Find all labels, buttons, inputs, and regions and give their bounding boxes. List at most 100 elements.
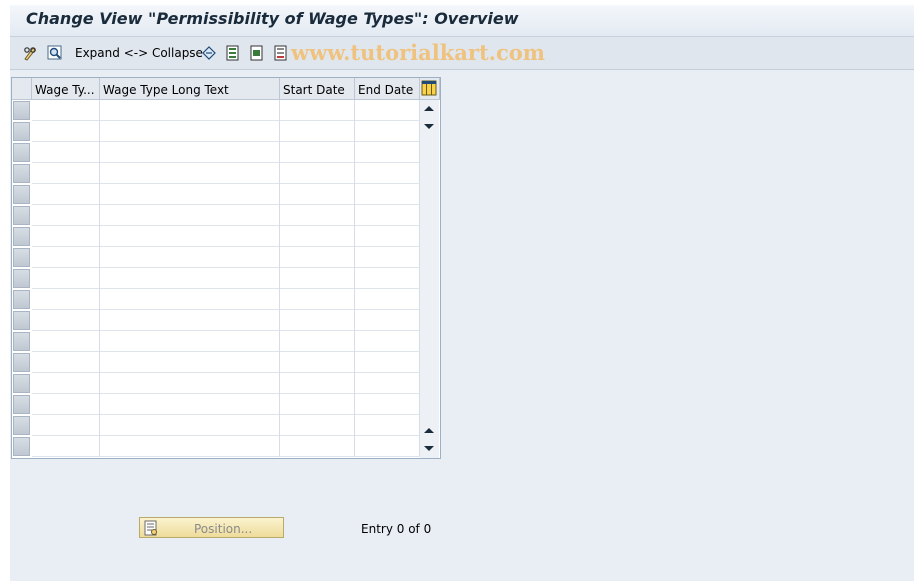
row-selector[interactable] [13,374,30,393]
table-row[interactable] [32,163,420,184]
table-cell[interactable] [280,331,355,352]
table-cell[interactable] [355,226,420,247]
row-selector[interactable] [13,143,30,162]
table-cell[interactable] [100,268,280,289]
table-cell[interactable] [280,121,355,142]
table-cell[interactable] [355,268,420,289]
table-cell[interactable] [355,436,420,457]
table-cell[interactable] [280,394,355,415]
table-cell[interactable] [100,121,280,142]
row-selector[interactable] [13,290,30,309]
table-cell[interactable] [355,415,420,436]
table-cell[interactable] [100,289,280,310]
table-cell[interactable] [355,184,420,205]
table-cell[interactable] [355,121,420,142]
row-selector[interactable] [13,311,30,330]
table-cell[interactable] [100,352,280,373]
table-cell[interactable] [32,121,100,142]
table-cell[interactable] [355,205,420,226]
scroll-down-arrow-icon[interactable] [424,124,434,129]
table-cell[interactable] [100,205,280,226]
row-selector[interactable] [13,416,30,435]
row-selector[interactable] [13,395,30,414]
table-cell[interactable] [32,310,100,331]
deselect-all-icon[interactable] [272,44,290,62]
table-cell[interactable] [280,226,355,247]
scroll-page-down-arrow-icon[interactable] [424,446,434,451]
row-selector[interactable] [13,332,30,351]
select-block-icon[interactable] [248,44,266,62]
table-cell[interactable] [280,415,355,436]
table-cell[interactable] [280,247,355,268]
row-selector[interactable] [13,227,30,246]
table-cell[interactable] [355,394,420,415]
table-row[interactable] [32,310,420,331]
table-cell[interactable] [280,289,355,310]
table-cell[interactable] [100,142,280,163]
table-cell[interactable] [100,373,280,394]
column-header-wage-type[interactable]: Wage Ty... [32,78,100,100]
table-cell[interactable] [355,100,420,121]
undo-icon[interactable] [200,44,218,62]
table-row[interactable] [32,436,420,457]
table-cell[interactable] [280,142,355,163]
table-row[interactable] [32,205,420,226]
table-row[interactable] [32,289,420,310]
table-cell[interactable] [355,142,420,163]
find-icon[interactable] [46,44,64,62]
table-cell[interactable] [32,352,100,373]
table-cell[interactable] [100,226,280,247]
row-selector[interactable] [13,122,30,141]
table-row[interactable] [32,415,420,436]
table-row[interactable] [32,247,420,268]
table-cell[interactable] [280,184,355,205]
vertical-scrollbar[interactable] [420,100,439,458]
table-cell[interactable] [280,352,355,373]
table-row[interactable] [32,121,420,142]
table-cell[interactable] [32,331,100,352]
display-change-icon[interactable] [22,44,40,62]
table-cell[interactable] [100,163,280,184]
table-row[interactable] [32,268,420,289]
table-cell[interactable] [100,247,280,268]
table-cell[interactable] [32,247,100,268]
table-row[interactable] [32,352,420,373]
table-cell[interactable] [355,373,420,394]
table-cell[interactable] [355,310,420,331]
table-cell[interactable] [32,184,100,205]
scroll-up-arrow-icon[interactable] [424,106,434,111]
table-cell[interactable] [100,310,280,331]
table-cell[interactable] [32,415,100,436]
expand-collapse-button[interactable]: Expand <-> Collapse [75,46,203,60]
row-selector[interactable] [13,248,30,267]
scroll-page-up-arrow-icon[interactable] [424,428,434,433]
table-settings-button[interactable] [420,78,440,100]
table-cell[interactable] [355,289,420,310]
table-row[interactable] [32,184,420,205]
table-cell[interactable] [32,205,100,226]
table-row[interactable] [32,394,420,415]
position-button[interactable]: Position... [139,517,284,538]
table-cell[interactable] [32,142,100,163]
table-cell[interactable] [32,394,100,415]
table-cell[interactable] [355,331,420,352]
table-cell[interactable] [32,289,100,310]
table-cell[interactable] [280,205,355,226]
table-row[interactable] [32,142,420,163]
row-selector[interactable] [13,206,30,225]
table-cell[interactable] [100,415,280,436]
table-cell[interactable] [280,100,355,121]
row-selector[interactable] [13,269,30,288]
table-cell[interactable] [280,373,355,394]
table-cell[interactable] [280,268,355,289]
table-cell[interactable] [280,436,355,457]
row-selector[interactable] [13,353,30,372]
table-cell[interactable] [32,436,100,457]
table-cell[interactable] [100,394,280,415]
table-cell[interactable] [100,100,280,121]
table-row[interactable] [32,226,420,247]
table-cell[interactable] [355,163,420,184]
table-cell[interactable] [100,436,280,457]
row-selector[interactable] [13,101,30,120]
row-selector[interactable] [13,164,30,183]
